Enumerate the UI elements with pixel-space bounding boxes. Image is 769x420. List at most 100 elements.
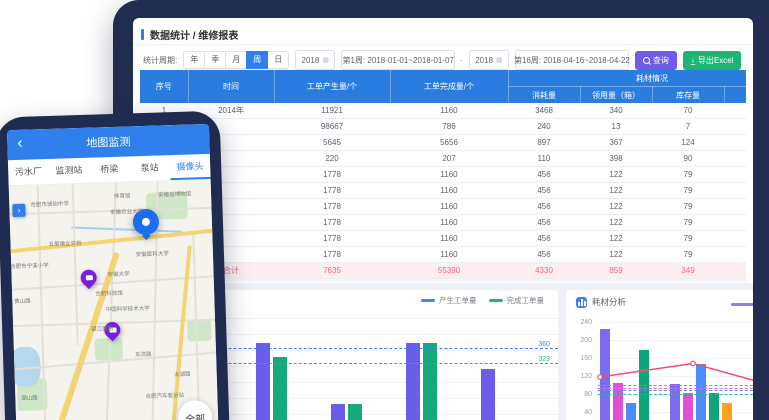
map-label: 望江西路 [91,324,113,333]
period-option-年[interactable]: 年 [183,51,205,69]
consumable-chart-card: 耗材分析 240 200 160 120 80 40 [566,290,753,420]
phone-tab-桥梁[interactable]: 桥梁 [89,156,130,182]
col-time: 时间 [188,70,274,103]
workorder-bar [256,343,270,420]
phone-header: ‹ 地图监测 [7,124,210,160]
map-label: 中国科学技术大学 [106,304,150,313]
phone-tab-摄像头[interactable]: 摄像头 [169,154,210,180]
query-button-label: 查询 [653,55,669,66]
y-axis-tick: 40 [568,409,592,416]
week-start-input[interactable]: 第1周: 2018-01-01~2018-01-07 [341,50,455,70]
back-icon[interactable]: ‹ [17,134,23,154]
period-option-季[interactable]: 季 [204,51,226,69]
col-group-consumables: 耗材情况 [508,70,746,87]
year-start-value: 2018 [302,56,320,65]
period-option-月[interactable]: 月 [225,51,247,69]
breadcrumb-accent-bar [141,29,144,40]
col-serial: 序号 [140,70,188,103]
map-label: 安徽农业大学 [110,207,143,216]
report-table: 序号 时间 工单产生量/个 工单完成量/个 耗材情况 消耗量领用量（箱）库存量水… [140,70,746,282]
map-label: 安徽省博物馆 [158,190,191,199]
workorder-bar [273,357,287,420]
consumable-legend-line [731,303,753,306]
chart-icon [576,297,587,308]
map-label: 合肥汽车客运站 [145,391,184,400]
search-icon [643,57,650,64]
download-icon: ↓ [691,56,695,65]
table-row: 177811604561227967 [140,231,746,247]
week-end-input[interactable]: 第16周: 2018-04-16~2018-04-22 [515,50,629,70]
map-label: 太湖路 [174,370,191,379]
year-end-value: 2018 [475,56,493,65]
average-line-label: 360 [538,341,550,348]
y-axis-tick: 200 [568,337,592,344]
legend-label: 完成工单量 [507,295,545,306]
consumable-title: 耗材分析 [592,296,626,308]
map-road [105,183,117,420]
phone-page-title: 地图监测 [86,133,130,150]
col-orders-done: 工单完成量/个 [390,70,508,103]
export-button-label: 导出Excel [698,55,734,66]
average-line-label: 323 [538,356,550,363]
table-row: 177811604561227967 [140,199,746,215]
y-axis-tick: 80 [568,391,592,398]
map-label: 合肥市宁溪小学 [10,261,49,270]
col-orders-created: 工单产生量/个 [274,70,390,103]
table-row: 12014年119211160346834070250 [140,103,746,119]
legend-swatch [489,299,503,302]
total-row: 合计763555390433085934933 [140,263,746,279]
table-row: 177811604561227967 [140,167,746,183]
phone-device-frame: ‹ 地图监测 污水厂监测站桥梁泵站摄像头 [0,111,230,420]
year-end-select[interactable]: 2018 ▦ [469,50,509,70]
y-axis-tick: 240 [568,319,592,326]
legend-item[interactable]: 完成工单量 [489,295,545,306]
map-label: 合肥市琥珀中学 [30,199,69,208]
table-row: 56455656897367124129 [140,135,746,151]
map-park [187,319,212,341]
map-label: 湖山路 [21,393,38,402]
map-road [71,184,78,345]
period-option-日[interactable]: 日 [267,51,289,69]
subcol: 消耗量 [508,87,580,104]
y-axis-tick: 120 [568,373,592,380]
workorder-bar [406,343,420,420]
map-label: 东流路 [135,349,152,358]
map-label: 安徽大学 [107,270,129,279]
table-row: 2202071103989019 [140,151,746,167]
phone-screen: ‹ 地图监测 污水厂监测站桥梁泵站摄像头 [7,124,219,420]
calendar-icon: ▦ [322,56,329,64]
trend-line [598,314,753,420]
legend-item[interactable]: 产生工单量 [421,295,477,306]
phone-tab-监测站[interactable]: 监测站 [48,158,89,184]
divider [133,44,753,45]
workorder-legend: 产生工单量 完成工单量 [421,295,544,306]
table-row: 177811604561227967 [140,183,746,199]
legend-swatch [421,299,435,302]
legend-label: 产生工单量 [439,295,477,306]
query-button[interactable]: 查询 [635,51,677,70]
phone-tab-泵站[interactable]: 泵站 [129,155,170,181]
breadcrumb-text: 数据统计 / 维修报表 [150,27,238,42]
phone-tab-污水厂[interactable]: 污水厂 [8,159,49,185]
phone-map[interactable]: › 全部 合肥市琥珀中学体育馆安徽农业大学安徽省博物馆五里墩立交桥安徽医科大学合… [9,180,219,420]
screenshot-stage: 数据统计 / 维修报表 统计周期: 年季月周日 2018 ▦ 第1周: 2018… [0,0,769,420]
map-label: 体育馆 [114,192,131,201]
subcol: 水量 [724,87,746,104]
table-row: 177811604561227967 [140,215,746,231]
export-excel-button[interactable]: ↓ 导出Excel [683,51,742,70]
breadcrumb: 数据统计 / 维修报表 [133,24,238,44]
subcol: 领用量（箱） [580,87,652,104]
map-label: 五里墩立交桥 [48,239,81,248]
show-all-button[interactable]: 全部 [178,400,213,420]
map-river [71,226,182,232]
year-start-select[interactable]: 2018 ▦ [295,50,335,70]
workorder-bar [481,369,495,420]
period-option-周[interactable]: 周 [246,51,268,69]
y-axis-tick: 160 [568,355,592,362]
average-row: 平均值35390305311114 [140,279,746,283]
period-segments: 年季月周日 [183,51,289,69]
map-label: 黄山路 [14,297,31,306]
expand-icon[interactable]: › [12,204,25,217]
range-separator: - [460,56,463,65]
report-table-wrap: 序号 时间 工单产生量/个 工单完成量/个 耗材情况 消耗量领用量（箱）库存量水… [140,70,746,282]
